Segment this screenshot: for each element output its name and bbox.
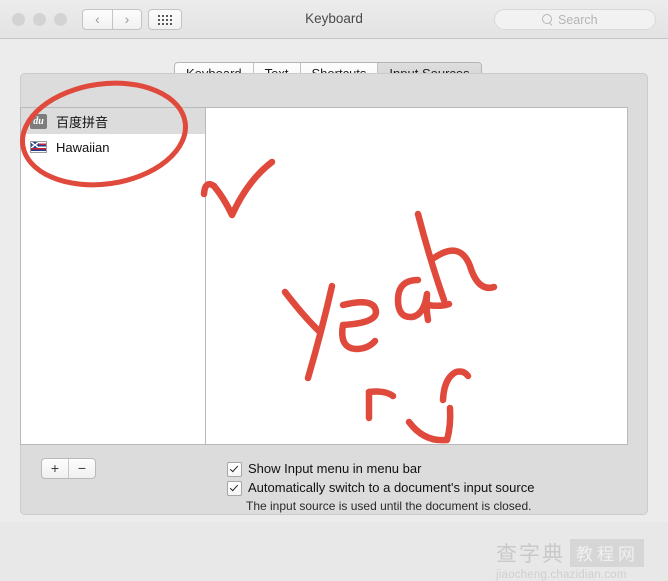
input-source-name: Hawaiian [56, 140, 109, 155]
search-input[interactable]: Search [494, 9, 656, 30]
list-item[interactable]: Hawaiian [21, 134, 205, 160]
keyboard-preview-area [207, 108, 627, 444]
window-titlebar: ‹ › Keyboard Search [0, 0, 668, 39]
input-sources-list[interactable]: du 百度拼音 Hawaiian [21, 108, 206, 444]
keyboard-preferences-window: ‹ › Keyboard Search Keyboard Text Shortc… [0, 0, 668, 522]
watermark-url: jiaocheng.chazidian.com [496, 569, 662, 581]
checkbox-icon[interactable] [227, 481, 242, 496]
option-label: Show Input menu in menu bar [248, 461, 421, 476]
search-placeholder: Search [558, 13, 598, 27]
add-input-source-button[interactable]: + [42, 459, 69, 478]
watermark-brand-text: 查字典 [496, 538, 565, 568]
input-sources-content: du 百度拼音 Hawaiian [20, 107, 628, 445]
search-icon [542, 14, 552, 24]
option-label: Automatically switch to a document's inp… [248, 480, 534, 495]
list-add-remove-buttons: + − [41, 458, 96, 479]
list-item[interactable]: du 百度拼音 [21, 108, 205, 134]
hawaii-flag-icon [30, 141, 47, 153]
option-hint-text: The input source is used until the docum… [246, 499, 532, 513]
checkbox-icon[interactable] [227, 462, 242, 477]
du-badge-icon: du [30, 114, 47, 129]
site-watermark: 查字典 教程网 jiaocheng.chazidian.com [496, 538, 662, 578]
watermark-badge-text: 教程网 [570, 539, 644, 567]
input-source-name: 百度拼音 [56, 112, 108, 131]
show-input-menu-option[interactable]: Show Input menu in menu bar [227, 461, 421, 477]
auto-switch-option[interactable]: Automatically switch to a document's inp… [227, 480, 534, 496]
watermark-logo-row: 查字典 教程网 [496, 538, 662, 568]
remove-input-source-button[interactable]: − [69, 459, 95, 478]
